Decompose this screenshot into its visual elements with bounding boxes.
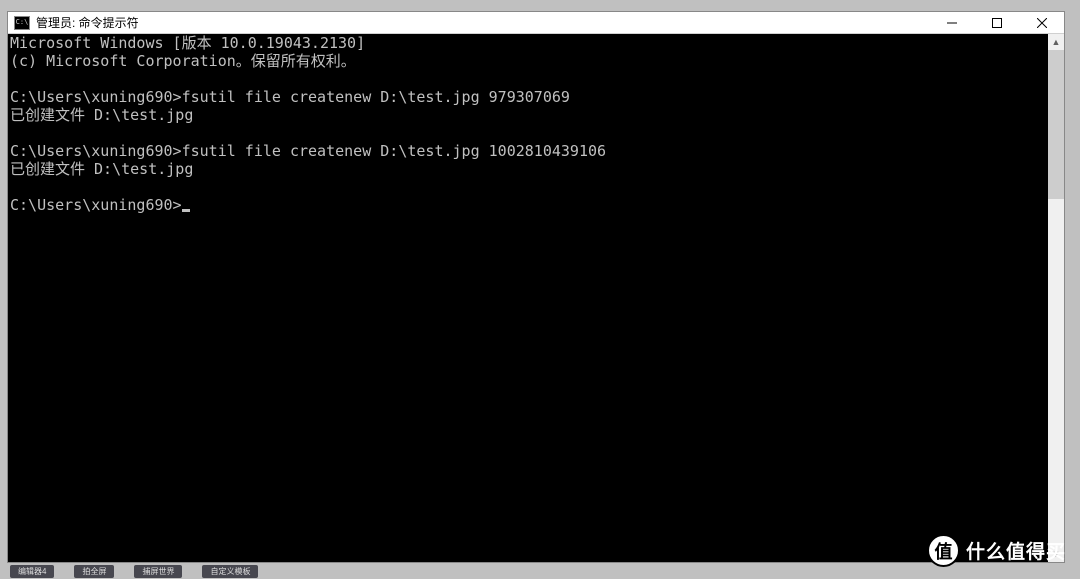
scrollbar[interactable]: ▲ ▼ bbox=[1048, 34, 1064, 562]
titlebar[interactable]: C:\ 管理员: 命令提示符 bbox=[8, 12, 1064, 34]
scroll-thumb[interactable] bbox=[1048, 50, 1064, 199]
watermark-text: 什么值得买 bbox=[966, 537, 1066, 564]
watermark-logo-icon: 值 bbox=[927, 534, 960, 567]
close-button[interactable] bbox=[1019, 12, 1064, 33]
terminal-line: 已创建文件 D:\test.jpg bbox=[10, 160, 1046, 178]
minimize-button[interactable] bbox=[929, 12, 974, 33]
terminal-line bbox=[10, 178, 1046, 196]
window-title: 管理员: 命令提示符 bbox=[36, 14, 929, 31]
watermark: 值 什么值得买 bbox=[927, 534, 1066, 567]
terminal-line bbox=[10, 70, 1046, 88]
scroll-up-arrow-icon[interactable]: ▲ bbox=[1048, 34, 1064, 50]
terminal-line: Microsoft Windows [版本 10.0.19043.2130] bbox=[10, 34, 1046, 52]
cmd-window: C:\ 管理员: 命令提示符 Microsoft Windows [版本 10.… bbox=[7, 11, 1065, 563]
maximize-button[interactable] bbox=[974, 12, 1019, 33]
taskbar-item: 自定义模板 bbox=[202, 565, 258, 578]
taskbar-item: 拍全屏 bbox=[74, 565, 114, 578]
terminal-line: C:\Users\xuning690>fsutil file createnew… bbox=[10, 88, 1046, 106]
scroll-track[interactable] bbox=[1048, 50, 1064, 546]
background-taskbar: 编辑器4 拍全屏 捕屏世界 自定义模板 bbox=[0, 564, 1080, 579]
terminal-output[interactable]: Microsoft Windows [版本 10.0.19043.2130](c… bbox=[8, 34, 1048, 562]
taskbar-item: 捕屏世界 bbox=[134, 565, 182, 578]
taskbar-item: 编辑器4 bbox=[10, 565, 54, 578]
terminal-line: 已创建文件 D:\test.jpg bbox=[10, 106, 1046, 124]
cmd-icon: C:\ bbox=[14, 16, 30, 30]
terminal-line: (c) Microsoft Corporation。保留所有权利。 bbox=[10, 52, 1046, 70]
terminal-container: Microsoft Windows [版本 10.0.19043.2130](c… bbox=[8, 34, 1064, 562]
terminal-prompt[interactable]: C:\Users\xuning690> bbox=[10, 196, 1046, 214]
cursor-icon bbox=[182, 209, 190, 212]
window-controls bbox=[929, 12, 1064, 33]
terminal-line bbox=[10, 124, 1046, 142]
terminal-line: C:\Users\xuning690>fsutil file createnew… bbox=[10, 142, 1046, 160]
